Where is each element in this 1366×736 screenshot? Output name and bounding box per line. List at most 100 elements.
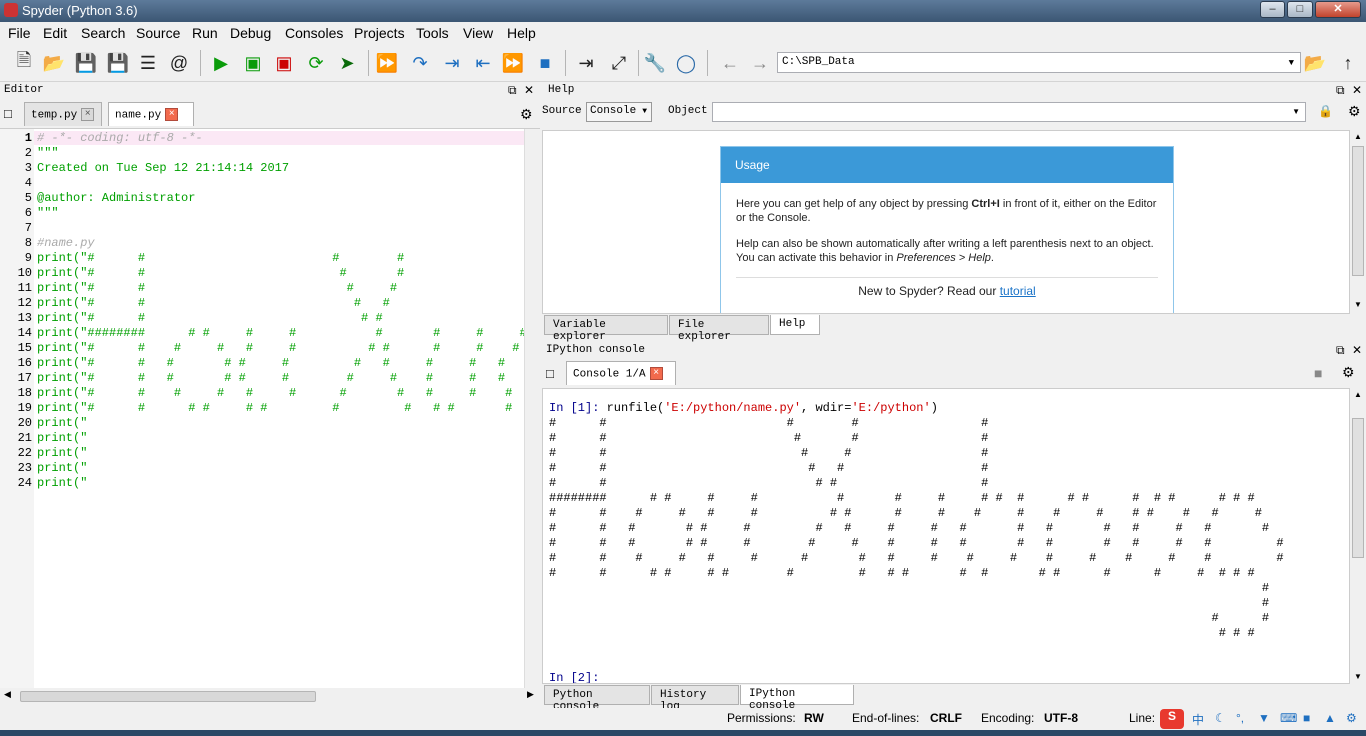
console-output[interactable]: In [1]: runfile('E:/python/name.py', wdi… <box>542 388 1350 684</box>
ime-logo-icon[interactable]: S <box>1160 709 1184 729</box>
menu-source[interactable]: Source <box>136 25 180 41</box>
parent-dir-icon[interactable]: ↑ <box>1336 51 1360 75</box>
list-icon[interactable]: ☰ <box>136 51 160 75</box>
menu-projects[interactable]: Projects <box>354 25 405 41</box>
editor-vertical-scrollbar[interactable] <box>524 129 540 688</box>
undock-icon[interactable]: ⧉ <box>508 83 517 98</box>
continue-icon[interactable]: ⏩ <box>501 51 525 75</box>
object-label: Object <box>668 105 708 117</box>
tab-history-log[interactable]: History log <box>651 685 739 713</box>
close-window-button[interactable]: ✕ <box>1315 1 1361 18</box>
step-return-icon[interactable]: ⇤ <box>471 51 495 75</box>
python-path-icon[interactable]: ◯ <box>674 51 698 75</box>
open-file-icon[interactable]: 📂 <box>42 51 66 75</box>
at-icon[interactable]: @ <box>167 51 191 75</box>
tab-name-py[interactable]: name.py × <box>108 102 194 126</box>
skin-icon[interactable]: ■ <box>1303 711 1310 725</box>
menu-debug[interactable]: Debug <box>230 25 271 41</box>
scroll-left-icon[interactable]: ◀ <box>4 689 11 700</box>
rerun-icon[interactable]: ⟳ <box>304 51 328 75</box>
line-number: 9 <box>24 251 32 265</box>
tab-temp-py[interactable]: temp.py × <box>24 102 102 126</box>
new-file-icon[interactable]: 🗎 <box>12 50 36 75</box>
chevron-down-icon[interactable]: ▼ <box>1292 107 1300 116</box>
punctuation-icon[interactable]: °, <box>1236 711 1244 725</box>
tutorial-link[interactable]: tutorial <box>1000 284 1036 298</box>
undock-icon[interactable]: ⧉ <box>1336 83 1345 98</box>
shirt-icon[interactable]: ▲ <box>1324 711 1336 725</box>
microphone-icon[interactable]: ▼ <box>1258 711 1270 725</box>
debug-icon[interactable]: ⏩ <box>375 51 399 75</box>
line-number: 12 <box>17 296 32 310</box>
tab-variable-explorer[interactable]: Variable explorer <box>544 315 668 343</box>
gear-icon[interactable]: ⚙ <box>1348 103 1361 120</box>
scrollbar-thumb[interactable] <box>20 691 316 702</box>
close-tab-icon[interactable]: × <box>649 367 663 380</box>
maximize-button[interactable]: □ <box>1287 1 1313 18</box>
close-pane-icon[interactable]: ✕ <box>524 83 534 97</box>
scroll-right-icon[interactable]: ▶ <box>527 689 534 700</box>
object-input[interactable]: ▼ <box>712 102 1306 122</box>
menu-tools[interactable]: Tools <box>416 25 449 41</box>
tab-file-explorer[interactable]: File explorer <box>669 315 769 343</box>
code-line: # -*- coding: utf-8 -*- <box>37 131 203 145</box>
ime-mode-indicator[interactable]: 中 <box>1192 711 1204 728</box>
tab-python-console[interactable]: Python console <box>544 685 650 713</box>
run-cell-icon[interactable]: ▣ <box>241 51 265 75</box>
browse-tabs-icon[interactable]: □ <box>546 366 554 381</box>
working-directory-input[interactable]: C:\SPB_Data ▼ <box>777 52 1301 73</box>
close-tab-icon[interactable]: × <box>165 108 179 121</box>
save-all-icon[interactable]: 💾 <box>106 51 130 75</box>
fullscreen-icon[interactable]: ⤢ <box>607 51 631 75</box>
console-vertical-scrollbar[interactable]: ▲ ▼ <box>1350 388 1366 684</box>
tab-ipython-console[interactable]: IPython console <box>740 685 854 712</box>
minimize-button[interactable]: – <box>1260 1 1285 18</box>
forward-icon[interactable]: → <box>748 51 772 75</box>
step-icon[interactable]: ↷ <box>408 51 432 75</box>
close-tab-icon[interactable]: × <box>81 108 95 121</box>
menu-edit[interactable]: Edit <box>43 25 67 41</box>
preferences-icon[interactable]: 🔧 <box>643 51 667 75</box>
console-input-2[interactable]: In [2]: <box>549 671 599 683</box>
code-editor[interactable]: 1 2 3 4 5 6 7 8 9 10 11 12 13 14 15 16 17 18 19 20 21 22 23 24 … <box>0 128 540 688</box>
menu-search[interactable]: Search <box>81 25 125 41</box>
line-number: 23 <box>17 461 32 475</box>
close-pane-icon[interactable]: ✕ <box>1352 83 1362 97</box>
moon-icon[interactable]: ☾ <box>1215 711 1226 725</box>
help-vertical-scrollbar[interactable]: ▲ ▼ <box>1350 130 1366 314</box>
tab-label: Console 1/A <box>573 368 646 381</box>
tab-help[interactable]: Help <box>770 315 820 335</box>
run-icon[interactable]: ▶ <box>209 51 233 75</box>
run-cell-advance-icon[interactable]: ▣ <box>272 51 296 75</box>
save-icon[interactable]: 💾 <box>74 51 98 75</box>
gear-icon[interactable]: ⚙ <box>520 106 533 123</box>
menu-help[interactable]: Help <box>507 25 536 41</box>
stop-icon[interactable]: ■ <box>533 51 557 75</box>
menu-view[interactable]: View <box>463 25 493 41</box>
keyboard-icon[interactable]: ⌨ <box>1280 711 1297 725</box>
browse-tabs-icon[interactable]: □ <box>4 106 12 121</box>
stop-kernel-icon[interactable]: ■ <box>1314 365 1322 381</box>
menu-file[interactable]: File <box>8 25 31 41</box>
run-selection-icon[interactable]: ➤ <box>335 51 359 75</box>
close-pane-icon[interactable]: ✕ <box>1352 343 1362 357</box>
back-icon[interactable]: ← <box>718 51 742 75</box>
step-into-icon[interactable]: ⇥ <box>440 51 464 75</box>
maximize-pane-icon[interactable]: ⇥ <box>574 51 598 75</box>
gear-icon[interactable]: ⚙ <box>1342 364 1355 381</box>
tab-console-1a[interactable]: Console 1/A × <box>566 361 676 385</box>
line-number-gutter: 1 2 3 4 5 6 7 8 9 10 11 12 13 14 15 16 17 18 19 20 21 22 23 24 <box>0 129 34 688</box>
browse-folder-icon[interactable]: 📂 <box>1303 51 1327 75</box>
editor-horizontal-scrollbar[interactable]: ◀ ▶ <box>0 688 540 704</box>
encoding-label: Encoding: <box>981 711 1035 725</box>
chevron-down-icon[interactable]: ▼ <box>1289 58 1294 68</box>
source-select[interactable]: Console ▼ <box>586 102 652 122</box>
tools-icon[interactable]: ⚙ <box>1346 711 1357 725</box>
eol-label: End-of-lines: <box>852 711 920 725</box>
menu-run[interactable]: Run <box>192 25 218 41</box>
lock-icon[interactable]: 🔒 <box>1318 104 1333 118</box>
undock-icon[interactable]: ⧉ <box>1336 343 1345 358</box>
menu-consoles[interactable]: Consoles <box>285 25 343 41</box>
scrollbar-thumb[interactable] <box>1352 418 1364 558</box>
scrollbar-thumb[interactable] <box>1352 146 1364 276</box>
